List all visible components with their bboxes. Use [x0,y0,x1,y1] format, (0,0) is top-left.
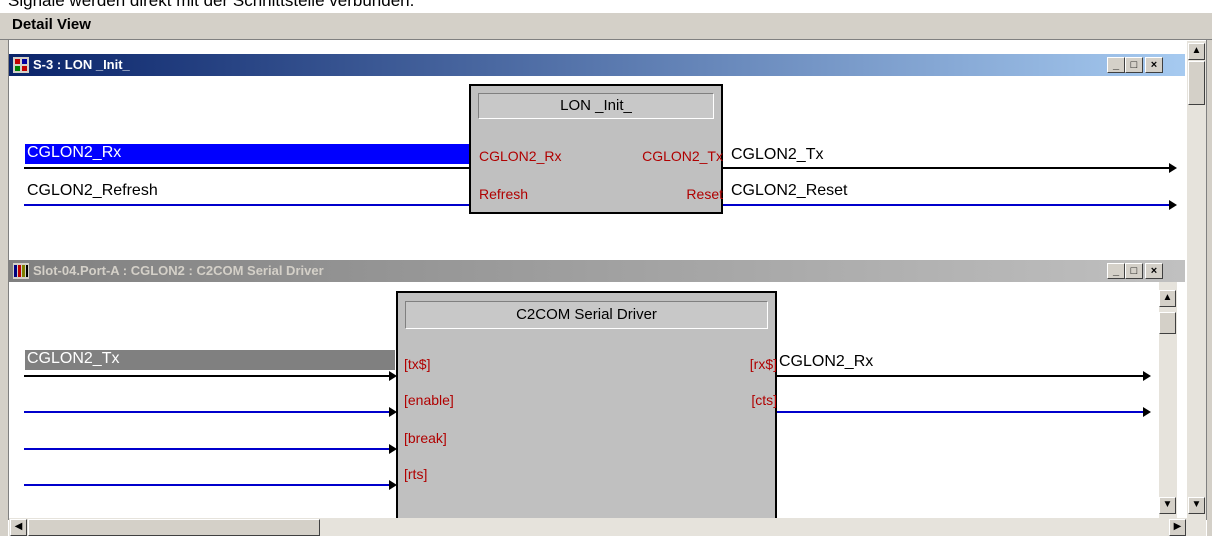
frame-right [1207,40,1212,536]
wire-output-tx-arrow [1169,163,1177,173]
minimize-button[interactable]: _ [1107,57,1125,73]
lon-init-block-title: LON _Init_ [478,93,714,119]
wire-output-rx-arrow [1143,371,1151,381]
signal-cglon2-refresh[interactable]: CGLON2_Refresh [27,182,158,200]
signal-cglon2-reset[interactable]: CGLON2_Reset [731,182,848,200]
maximize-button[interactable]: □ [1125,263,1143,279]
arrow-right-icon[interactable]: ▶ [1169,519,1186,536]
signal-cglon2-rx-output[interactable]: CGLON2_Rx [779,353,873,371]
detail-view-header: Detail View [0,13,1212,40]
wire-output-reset-arrow [1169,200,1177,210]
port-tx[interactable]: [tx$] [404,356,430,372]
window-lon-init[interactable]: S-3 : LON _Init_ _ □ × CGLON2_Rx CGLON2_… [9,54,1185,244]
port-cglon2-tx[interactable]: CGLON2_Tx [642,148,723,164]
window-c2com-titlebar[interactable]: Slot-04.Port-A : CGLON2 : C2COM Serial D… [9,260,1185,282]
arrow-up-icon[interactable]: ▲ [1159,290,1176,307]
horizontal-scrollbar[interactable]: ◀ ▶ [9,518,1206,536]
port-enable[interactable]: [enable] [404,392,454,408]
frame-divider-right [1206,40,1207,520]
window-lon-init-title: S-3 : LON _Init_ [33,57,130,72]
signal-cglon2-tx[interactable]: CGLON2_Tx [731,146,823,164]
signal-cglon2-rx[interactable]: CGLON2_Rx [25,144,475,164]
minimize-button[interactable]: _ [1107,263,1125,279]
detail-view-title: Detail View [12,16,91,33]
function-block-icon [13,57,29,73]
window-lon-init-titlebar[interactable]: S-3 : LON _Init_ _ □ × [9,54,1185,76]
port-cts[interactable]: [cts] [751,392,777,408]
arrow-left-icon[interactable]: ◀ [10,519,27,536]
c2com-serial-driver-block[interactable]: C2COM Serial Driver [tx$] [rx$] [enable]… [396,291,777,518]
wire-output-cts-arrow [1143,407,1151,417]
signal-cglon2-tx-input[interactable]: CGLON2_Tx [25,350,395,370]
port-reset[interactable]: Reset [686,186,723,202]
outer-scroll-thumb[interactable] [1188,61,1205,105]
c2com-block-title: C2COM Serial Driver [405,301,768,329]
port-rts[interactable]: [rts] [404,466,427,482]
frame-left [0,40,8,536]
arrow-down-icon[interactable]: ▼ [1159,497,1176,514]
close-button[interactable]: × [1145,263,1163,279]
lon-init-block[interactable]: LON _Init_ CGLON2_Rx CGLON2_Tx Refresh R… [469,84,723,214]
port-rx[interactable]: [rx$] [750,356,777,372]
port-break[interactable]: [break] [404,430,447,446]
maximize-button[interactable]: □ [1125,57,1143,73]
inner-scroll-thumb[interactable] [1159,312,1176,334]
port-refresh[interactable]: Refresh [479,186,528,202]
outer-vertical-scrollbar[interactable]: ▲ ▼ [1187,41,1206,518]
horizontal-scroll-thumb[interactable] [28,519,320,536]
page-caption: Signale werden direkt mit der Schnittste… [8,0,415,10]
arrow-up-icon[interactable]: ▲ [1188,43,1205,60]
window-c2com-driver[interactable]: Slot-04.Port-A : CGLON2 : C2COM Serial D… [9,260,1185,518]
arrow-down-icon[interactable]: ▼ [1188,497,1205,514]
window-c2com-title: Slot-04.Port-A : CGLON2 : C2COM Serial D… [33,263,324,278]
inner-vertical-scrollbar[interactable]: ▲ ▼ [1159,282,1177,518]
close-button[interactable]: × [1145,57,1163,73]
port-cglon2-rx[interactable]: CGLON2_Rx [479,148,561,164]
driver-icon [13,263,29,279]
